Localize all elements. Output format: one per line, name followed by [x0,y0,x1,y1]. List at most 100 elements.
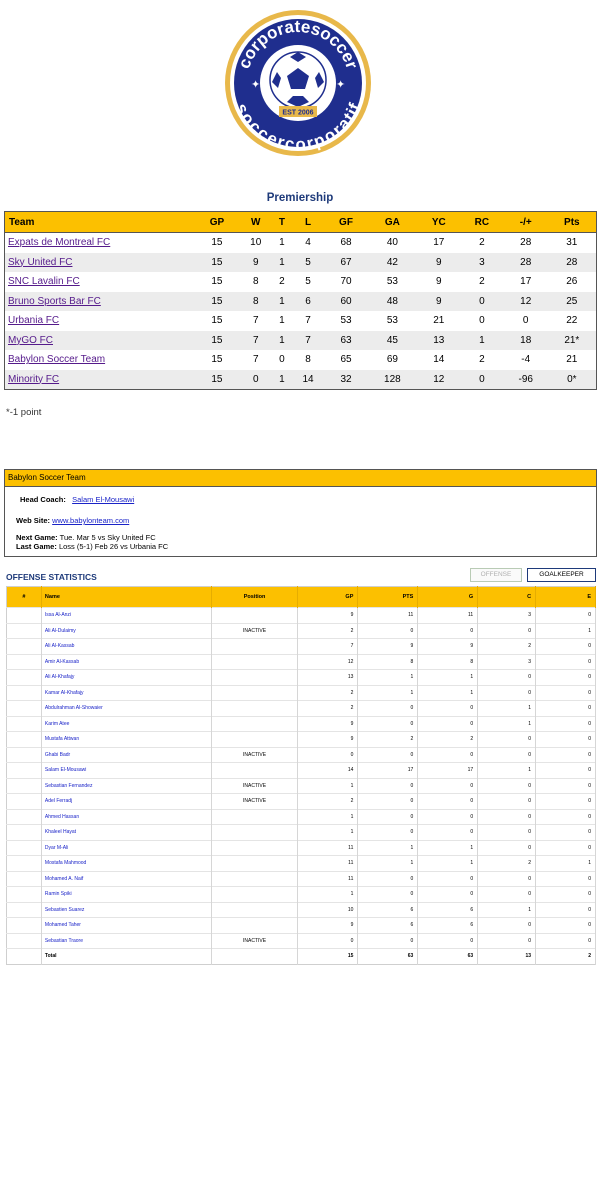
player-number [6,901,42,918]
player-gp: 14 [297,762,359,778]
standings-cell: 53 [386,315,398,327]
player-c: 3 [477,607,537,623]
player-pts: 0 [357,622,419,639]
player-pts: 0 [357,808,419,825]
player-row: Ali Al-Dulaimy INACTIVE 2 0 0 0 1 [6,622,596,639]
standings-footnote: *-1 point [6,407,42,418]
website-label: Web Site: [16,516,51,525]
player-position [211,684,299,701]
standings-cell: 7 [291,330,325,350]
team-link[interactable]: SNC Lavalin FC [8,276,80,287]
player-number [6,855,42,871]
player-e: 0 [535,932,596,949]
standings-cell: 8 [305,354,311,366]
team-link[interactable]: Sky United FC [8,257,72,268]
standings-cell: -4 [521,354,531,366]
team-link[interactable]: Minority FC [8,374,59,385]
col-g: G [417,586,479,608]
col-gf: GF [324,211,368,233]
player-g: 63 [417,948,479,964]
player-position [211,731,299,747]
player-row: Ghabi Badr INACTIVE 0 0 0 0 0 [6,746,596,763]
team-cell: Minority FC [4,369,195,390]
standings-cell: 42 [367,252,418,272]
website-link[interactable]: www.babylonteam.com [52,516,129,525]
standings-cell: 26 [566,276,578,288]
standings-cell: 63 [324,330,368,350]
standings-cell: 1 [272,330,292,350]
standings-cell: 2 [479,237,485,249]
team-link[interactable]: Expats de Montreal FC [8,237,110,248]
standings-cell: 7 [252,315,259,327]
standings-table: Team GP W T L GF GA YC RC -/+ Pts Expats… [4,211,597,390]
last-game-value: Loss (5-1) Feb 26 vs Urbania FC [58,542,169,551]
team-link[interactable]: Bruno Sports Bar FC [8,296,101,307]
player-gp: 11 [297,839,359,856]
head-coach-label: Head Coach: [20,495,66,504]
standings-cell: 0 [459,291,504,311]
player-gp: 10 [297,901,359,918]
player-c: 0 [477,808,537,825]
team-cell: Sky United FC [4,252,195,272]
player-number [6,607,42,623]
player-position [211,886,299,902]
player-pts: 9 [357,638,419,654]
player-e: 0 [535,762,596,778]
player-gp: 2 [297,793,359,809]
standings-cell: 5 [305,276,311,288]
col-team: Team [4,211,195,233]
player-row: Salam El-Mousawi 14 17 17 1 0 [6,762,596,778]
player-row: Ali Al-Khafajy 13 1 1 0 0 [6,669,596,685]
standings-header-row: Team GP W T L GF GA YC RC -/+ Pts [4,211,597,233]
goalkeeper-tab[interactable]: GOALKEEPER [527,568,596,582]
team-link[interactable]: Babylon Soccer Team [8,354,105,365]
standings-cell: 15 [211,354,223,366]
team-link[interactable]: MyGO FC [8,335,53,346]
player-pts: 17 [357,762,419,778]
standings-row: Urbania FC 15 7 1 7 53 53 21 0 0 22 [5,311,597,331]
col-w: W [238,211,273,233]
player-name: Total [41,948,212,964]
player-e: 0 [535,653,596,670]
player-pts: 0 [357,886,419,902]
player-pts: 0 [357,824,419,840]
team-info-panel: Babylon Soccer Team Head Coach: Salam El… [4,469,597,557]
player-pts: 0 [357,793,419,809]
offense-statistics-title: OFFENSE STATISTICS [6,572,97,582]
col-pts: PTS [357,586,419,608]
player-pts: 6 [357,901,419,918]
player-row: Sebastien Suarez 10 6 6 1 0 [6,901,596,918]
player-g: 0 [417,793,479,809]
player-g: 1 [417,855,479,871]
player-name: Ali Al-Khafajy [41,669,212,685]
col-position: Position [211,586,299,608]
standings-row: SNC Lavalin FC 15 8 2 5 70 53 9 2 17 26 [5,272,597,292]
team-link[interactable]: Urbania FC [8,315,59,326]
player-position [211,901,299,918]
player-e: 0 [535,715,596,732]
player-gp: 9 [297,917,359,933]
standings-cell: 15 [211,237,223,249]
player-position [211,808,299,825]
logo-est-text: EST 2006 [282,110,313,117]
player-pts: 0 [357,746,419,763]
player-row: Mustafa Attwan 9 2 2 0 0 [6,731,596,747]
team-cell: Bruno Sports Bar FC [4,291,195,311]
player-gp: 11 [297,870,359,887]
standings-cell: 68 [340,237,352,249]
offense-tab[interactable]: OFFENSE [470,568,522,582]
player-position [211,715,299,732]
standings-cell: 12 [503,291,548,311]
head-coach-link[interactable]: Salam El-Mousawi [72,495,134,504]
standings-cell: 0 [238,369,273,390]
player-number [6,653,42,670]
col-t: T [272,211,292,233]
player-number [6,839,42,856]
standings-cell: 21* [547,330,597,350]
player-name: Sebastian Fernandez [41,777,212,794]
col-gp: GP [195,211,239,233]
player-c: 13 [477,948,537,964]
player-gp: 13 [297,669,359,685]
player-row: Ahmed Hassan 1 0 0 0 0 [6,808,596,825]
player-gp: 2 [297,700,359,716]
